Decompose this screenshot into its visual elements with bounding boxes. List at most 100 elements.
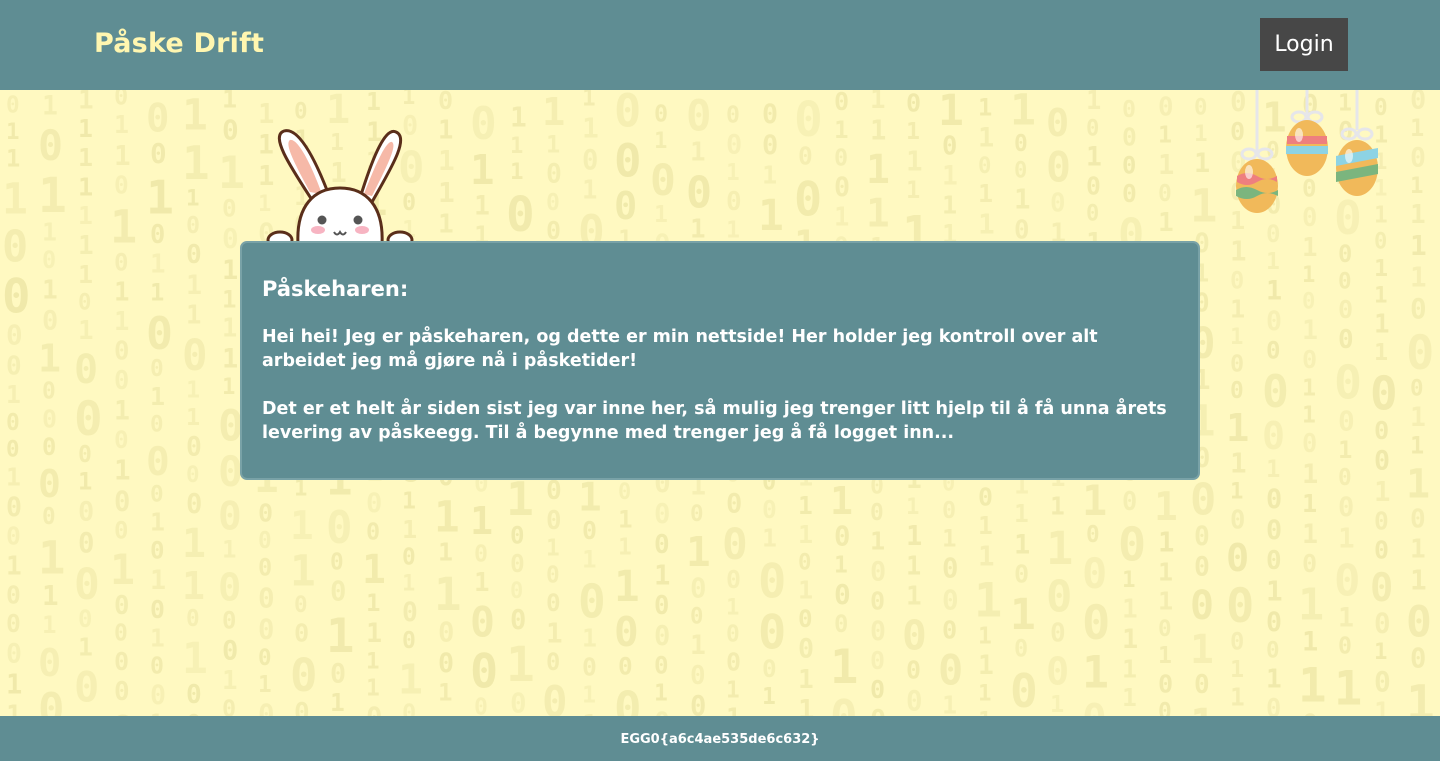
binary-digit: 1 — [654, 680, 668, 706]
binary-digit: 1 — [474, 190, 490, 221]
binary-digit: 0 — [546, 588, 561, 617]
binary-digit: 1 — [906, 118, 920, 145]
binary-digit: 1 — [362, 547, 386, 593]
binary-digit: 1 — [1374, 338, 1388, 366]
binary-digit: 0 — [1194, 551, 1210, 582]
binary-digit: 0 — [870, 675, 885, 704]
binary-digit: 0 — [1266, 306, 1282, 337]
binary-digit: 1 — [1014, 529, 1030, 560]
binary-digit: 1 — [1230, 324, 1243, 350]
binary-digit: 1 — [1302, 626, 1318, 657]
binary-digit: 0 — [74, 392, 103, 447]
binary-digit: 0 — [834, 172, 850, 203]
binary-digit: 0 — [1410, 90, 1426, 115]
binary-digit: 1 — [506, 472, 534, 526]
binary-digit: 1 — [726, 216, 740, 243]
binary-digit: 0 — [38, 462, 61, 506]
binary-digit: 0 — [186, 211, 200, 239]
binary-digit: 1 — [78, 316, 94, 346]
binary-digit: 1 — [1410, 173, 1423, 199]
binary-digit: 1 — [182, 136, 210, 190]
binary-digit: 0 — [1118, 519, 1146, 573]
binary-digit: 1 — [438, 176, 455, 209]
binary-digit: 1 — [906, 145, 923, 177]
binary-digit: 0 — [510, 687, 527, 716]
binary-digit: 0 — [150, 536, 165, 564]
binary-digit: 1 — [42, 611, 57, 639]
binary-digit: 0 — [258, 645, 272, 671]
binary-digit: 1 — [506, 638, 535, 693]
login-button[interactable]: Login — [1260, 18, 1348, 71]
binary-digit: 0 — [1158, 699, 1172, 716]
binary-digit: 0 — [798, 142, 813, 171]
binary-digit: 0 — [546, 506, 562, 536]
binary-digit: 0 — [1190, 583, 1214, 629]
binary-digit: 0 — [726, 187, 742, 217]
binary-digit: 1 — [78, 260, 93, 289]
binary-digit: 0 — [150, 219, 165, 249]
binary-digit: 0 — [114, 517, 128, 545]
binary-digit: 0 — [1410, 644, 1426, 675]
binary-digit: 1 — [978, 511, 993, 540]
card-paragraph-1: Hei hei! Jeg er påskeharen, og dette er … — [262, 327, 1098, 371]
binary-digit: 1 — [1302, 262, 1315, 288]
binary-digit: 1 — [1410, 114, 1424, 142]
binary-digit: 0 — [1338, 240, 1352, 268]
binary-digit: 0 — [294, 99, 308, 125]
binary-digit: 0 — [1338, 269, 1352, 295]
binary-digit: 0 — [1230, 349, 1244, 377]
binary-digit: 0 — [942, 554, 958, 585]
binary-digit: 0 — [1262, 415, 1285, 459]
binary-digit: 1 — [6, 145, 20, 173]
binary-digit: 0 — [762, 130, 778, 161]
binary-digit: 0 — [726, 622, 740, 648]
binary-digit: 0 — [114, 621, 128, 647]
binary-digit: 0 — [1338, 632, 1352, 659]
binary-digit: 1 — [6, 552, 22, 582]
binary-digit: 0 — [1374, 228, 1387, 254]
binary-digit: 0 — [1050, 188, 1066, 218]
binary-digit: 0 — [1302, 709, 1318, 716]
binary-digit: 0 — [1194, 670, 1210, 700]
binary-digit: 0 — [1374, 446, 1390, 477]
binary-digit: 1 — [582, 709, 598, 716]
binary-digit: 0 — [42, 433, 56, 461]
binary-digit: 0 — [1194, 94, 1207, 120]
binary-digit: 0 — [366, 517, 380, 545]
binary-digit: 0 — [42, 378, 56, 404]
binary-digit: 0 — [438, 648, 454, 679]
binary-digit: 1 — [2, 175, 28, 225]
binary-digit: 0 — [78, 497, 94, 528]
binary-digit: 0 — [1122, 486, 1137, 516]
binary-digit: 0 — [1334, 355, 1362, 409]
message-card: Påskeharen: Hei hei! Jeg er påskeharen, … — [240, 241, 1200, 480]
binary-digit: 0 — [1082, 549, 1107, 598]
binary-digit: 0 — [1082, 695, 1107, 716]
binary-digit: 1 — [582, 624, 597, 653]
binary-digit: 0 — [1410, 143, 1426, 174]
binary-digit: 1 — [798, 491, 813, 520]
binary-digit: 0 — [294, 619, 309, 648]
binary-digit: 0 — [942, 131, 957, 161]
binary-digit: 0 — [1158, 616, 1172, 642]
binary-digit: 1 — [582, 175, 597, 205]
binary-digit: 0 — [834, 521, 850, 552]
binary-digit: 0 — [402, 545, 416, 571]
binary-digit: 0 — [870, 586, 885, 615]
binary-digit: 0 — [978, 483, 993, 512]
binary-digit: 1 — [942, 524, 957, 552]
binary-digit: 1 — [798, 520, 813, 549]
binary-digit: 1 — [690, 137, 706, 167]
binary-digit: 0 — [510, 579, 523, 604]
binary-digit: 0 — [186, 240, 202, 270]
binary-digit: 0 — [1046, 572, 1072, 623]
binary-digit: 0 — [870, 705, 886, 716]
binary-digit: 0 — [654, 621, 670, 652]
binary-digit: 0 — [6, 93, 20, 119]
binary-digit: 0 — [726, 648, 741, 677]
binary-digit: 1 — [1410, 403, 1426, 433]
binary-digit: 1 — [1010, 90, 1036, 135]
binary-digit: 1 — [78, 90, 94, 115]
binary-digit: 1 — [870, 526, 885, 555]
binary-digit: 0 — [330, 549, 344, 575]
